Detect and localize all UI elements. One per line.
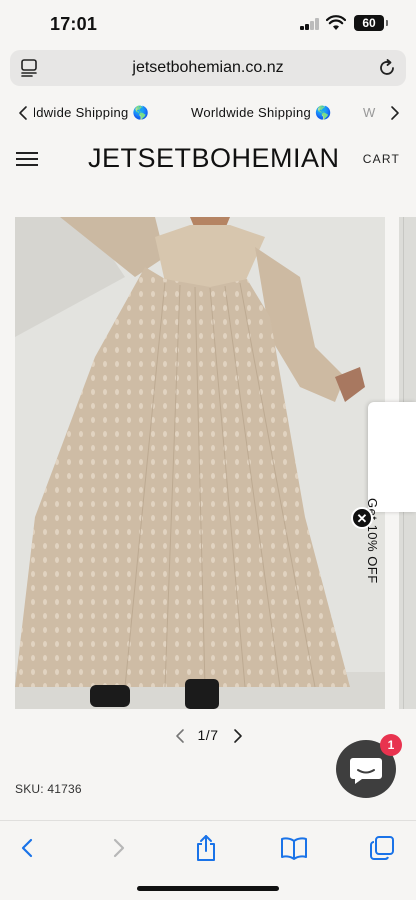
chevron-right-icon [391, 106, 399, 120]
back-button[interactable] [12, 834, 44, 862]
wifi-icon [326, 15, 346, 30]
gallery-counter: 1/7 [197, 727, 219, 743]
forward-button[interactable] [102, 834, 134, 862]
forward-icon [113, 838, 125, 858]
product-sku: SKU: 41736 [15, 782, 82, 796]
product-gallery[interactable] [0, 217, 416, 709]
home-indicator [137, 886, 279, 891]
gallery-next-button[interactable] [229, 728, 245, 744]
cellular-signal-icon [300, 18, 320, 30]
announcement-next-button[interactable] [384, 104, 404, 122]
status-bar: 17:01 60 [0, 0, 416, 46]
announcement-item: Worldwide Shipping 🌎 [191, 105, 332, 120]
tabs-icon [370, 836, 394, 860]
menu-icon[interactable] [16, 152, 38, 166]
share-icon [197, 835, 215, 861]
bookmarks-button[interactable] [278, 834, 310, 862]
back-icon [21, 838, 33, 858]
announcement-item: ldwide Shipping 🌎 [33, 105, 149, 120]
announcement-bar: ldwide Shipping 🌎 Worldwide Shipping 🌎 W [0, 98, 416, 128]
status-time: 17:01 [50, 14, 98, 34]
share-button[interactable] [190, 834, 222, 862]
tabs-button[interactable] [366, 834, 398, 862]
chat-notification-badge: 1 [380, 734, 402, 756]
site-logo[interactable]: JETSETBOHEMIAN [88, 143, 340, 174]
dress-illustration [15, 217, 385, 709]
site-header: JETSETBOHEMIAN CART [0, 140, 416, 180]
close-icon[interactable]: ✕ [351, 507, 373, 529]
cart-link[interactable]: CART [363, 152, 400, 166]
announcement-prev-button[interactable] [14, 104, 34, 122]
reload-icon[interactable] [376, 57, 398, 79]
battery-indicator: 60 [354, 15, 388, 31]
gallery-prev-button[interactable] [173, 728, 189, 744]
announcement-track: ldwide Shipping 🌎 Worldwide Shipping 🌎 W [33, 104, 378, 124]
address-bar[interactable]: jetsetbohemian.co.nz [10, 50, 406, 86]
product-image[interactable] [15, 217, 385, 709]
discount-tab[interactable]: Get 10% OFF [365, 402, 416, 584]
book-icon [281, 837, 307, 860]
url-text[interactable]: jetsetbohemian.co.nz [10, 59, 406, 77]
chevron-left-icon [19, 106, 27, 120]
announcement-item: W [363, 105, 376, 120]
